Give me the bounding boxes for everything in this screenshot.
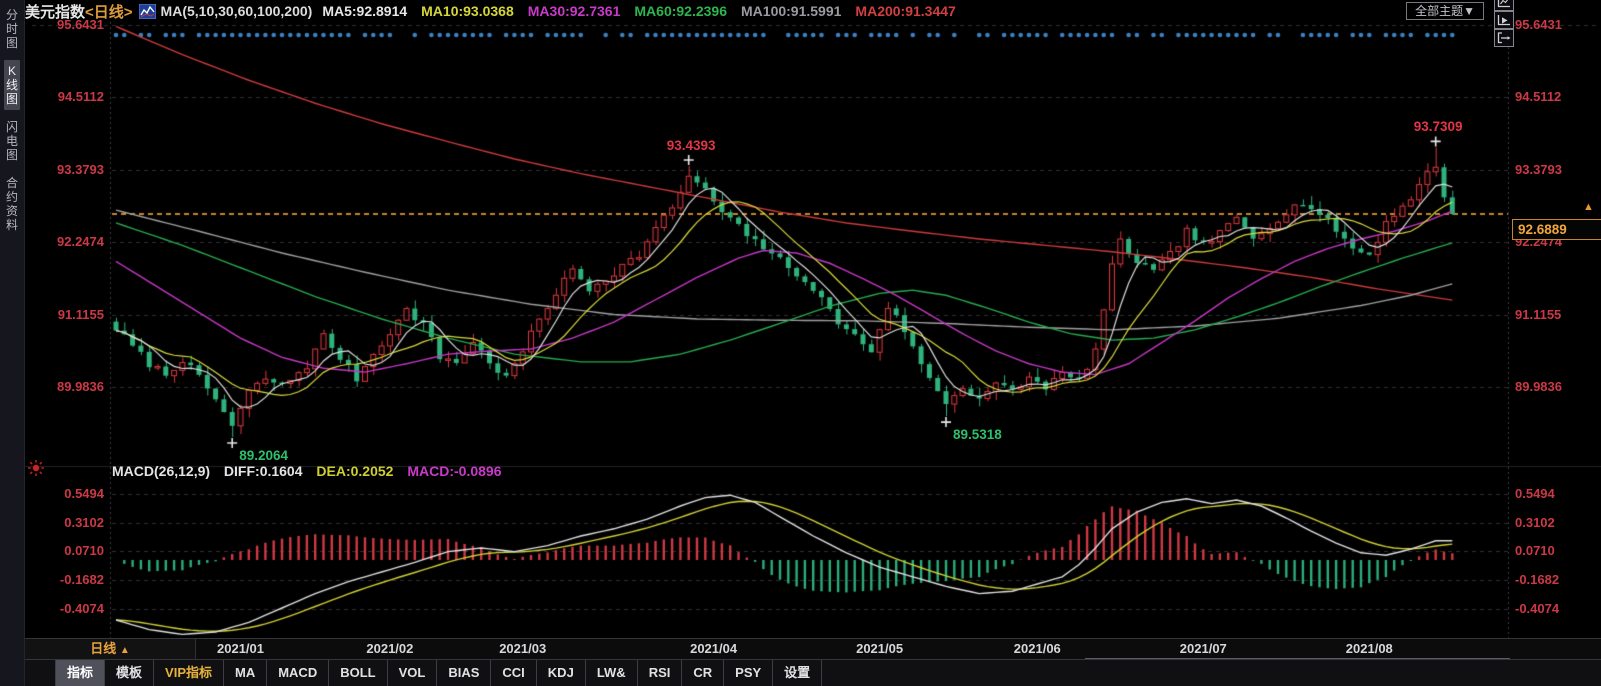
toolbar-item-VOL[interactable]: VOL <box>388 660 438 686</box>
alert-sun-icon[interactable] <box>27 459 45 477</box>
price-annotation-high-93.4393: 93.4393 <box>667 138 716 153</box>
macd-axis-label-right-3: -0.1682 <box>1515 572 1595 588</box>
price-axis-label-left-1: 94.5112 <box>32 89 104 105</box>
price-axis-label-right-1: 94.5112 <box>1515 89 1595 105</box>
current-price-box: 92.6889 <box>1512 219 1601 240</box>
date-label-2021/01: 2021/01 <box>217 639 264 659</box>
price-axis-label-right-4: 91.1155 <box>1515 307 1595 323</box>
header-ma-value-5: MA200:91.3447 <box>855 3 955 19</box>
price-annotation-low-89.5318: 89.5318 <box>953 427 1002 442</box>
pane-chart-play-icon[interactable] <box>1494 11 1514 29</box>
macd-diff-value: DIFF:0.1604 <box>224 463 303 479</box>
indicator-toolbar: 指标模板VIP指标MAMACDBOLLVOLBIASCCIKDJLW&RSICR… <box>25 660 1601 686</box>
window-icons-group <box>1494 0 1517 47</box>
price-annotation-low-89.2064: 89.2064 <box>239 448 288 463</box>
macd-macd-value: MACD:-0.0896 <box>407 463 501 479</box>
price-axis-label-left-4: 91.1155 <box>32 307 104 323</box>
macd-header: MACD(26,12,9) DIFF:0.1604 DEA:0.2052 MAC… <box>112 463 511 479</box>
date-label-2021/06: 2021/06 <box>1014 639 1061 659</box>
macd-axis-label-left-4: -0.4074 <box>32 601 104 617</box>
ma-values-group: MA5:92.8914 MA10:93.0368 MA30:92.7361 MA60:… <box>322 3 970 19</box>
toolbar-item-KDJ[interactable]: KDJ <box>537 660 586 686</box>
header-ma-value-3: MA60:92.2396 <box>634 3 727 19</box>
macd-axis-label-right-2: 0.0710 <box>1515 543 1595 559</box>
toolbar-item-PSY[interactable]: PSY <box>724 660 773 686</box>
price-annotation-high-93.7309: 93.7309 <box>1414 119 1463 134</box>
toolbar-item-模板[interactable]: 模板 <box>105 660 154 686</box>
sidebar-item-0[interactable]: 分时图 <box>4 4 20 54</box>
toolbar-item-BOLL[interactable]: BOLL <box>329 660 387 686</box>
price-axis-label-left-3: 92.2474 <box>32 234 104 250</box>
macd-axis-label-left-0: 0.5494 <box>32 486 104 502</box>
toolbar-item-BIAS[interactable]: BIAS <box>437 660 491 686</box>
toolbar-item-CR[interactable]: CR <box>682 660 724 686</box>
header-ma-value-0: MA5:92.8914 <box>322 3 407 19</box>
toolbar-item-MA[interactable]: MA <box>224 660 267 686</box>
pop-out-icon[interactable] <box>1494 29 1514 47</box>
price-axis-label-left-2: 93.3793 <box>32 162 104 178</box>
kline-chart-icon <box>139 4 156 19</box>
header-ma-value-4: MA100:91.5991 <box>741 3 841 19</box>
header-ma-value-2: MA30:92.7361 <box>528 3 621 19</box>
period-tag: <日线> <box>85 1 133 22</box>
date-axis-strip: 日线 ▲ 2021/01 2021/02 2021/03 2021/04 2021/05… <box>25 638 1601 660</box>
ma-summary-label: MA(5,10,30,60,100,200) <box>161 3 313 19</box>
price-up-arrow: ▲ <box>1583 201 1594 213</box>
toolbar-item-设置[interactable]: 设置 <box>773 660 822 686</box>
period-selector[interactable]: 日线 ▲ <box>25 639 196 659</box>
macd-axis-label-left-2: 0.0710 <box>32 543 104 559</box>
toolbar-item-CCI[interactable]: CCI <box>491 660 536 686</box>
trading-app-window: 分时图 K线图闪电图合约资料 美元指数 <日线> MA(5,10,30,60,10… <box>0 0 1601 686</box>
toolbar-item-LW&[interactable]: LW& <box>586 660 638 686</box>
macd-axis-label-left-3: -0.1682 <box>32 572 104 588</box>
macd-axis-label-left-1: 0.3102 <box>32 515 104 531</box>
period-label: 日线 <box>90 641 116 656</box>
price-axis-label-right-5: 89.9836 <box>1515 379 1595 395</box>
toolbar-item-VIP指标[interactable]: VIP指标 <box>154 660 224 686</box>
macd-title: MACD(26,12,9) <box>112 463 210 479</box>
date-label-2021/02: 2021/02 <box>366 639 413 659</box>
header-ma-value-1: MA10:93.0368 <box>421 3 514 19</box>
macd-axis-label-right-1: 0.3102 <box>1515 515 1595 531</box>
price-axis-label-left-5: 89.9836 <box>32 379 104 395</box>
chart-header: 美元指数 <日线> MA(5,10,30,60,100,200) MA5:92.… <box>25 0 1601 22</box>
sidebar-item-3[interactable]: 合约资料 <box>4 172 20 236</box>
date-label-2021/07: 2021/07 <box>1180 639 1227 659</box>
sidebar-item-1[interactable]: K线图 <box>4 60 20 110</box>
symbol-title: 美元指数 <box>25 1 85 22</box>
macd-dea-value: DEA:0.2052 <box>316 463 393 479</box>
toolbar-item-RSI[interactable]: RSI <box>638 660 683 686</box>
chart-type-sidebar: 分时图 K线图闪电图合约资料 <box>0 0 25 686</box>
pane-chart-left-icon[interactable] <box>1494 0 1514 11</box>
macd-axis-label-right-4: -0.4074 <box>1515 601 1595 617</box>
toolbar-item-指标[interactable]: 指标 <box>55 660 105 686</box>
all-themes-button[interactable]: 全部主题▼ <box>1406 2 1484 20</box>
candlestick-macd-chart-canvas[interactable] <box>0 0 1601 686</box>
date-label-2021/03: 2021/03 <box>499 639 546 659</box>
macd-axis-label-right-0: 0.5494 <box>1515 486 1595 502</box>
date-label-2021/05: 2021/05 <box>856 639 903 659</box>
scroll-range-indicator[interactable] <box>1085 658 1510 659</box>
price-axis-label-right-2: 93.3793 <box>1515 162 1595 178</box>
toolbar-item-MACD[interactable]: MACD <box>267 660 329 686</box>
date-label-2021/04: 2021/04 <box>690 639 737 659</box>
sidebar-item-2[interactable]: 闪电图 <box>4 116 20 166</box>
date-label-2021/08: 2021/08 <box>1346 639 1393 659</box>
period-arrow-icon: ▲ <box>120 645 130 656</box>
